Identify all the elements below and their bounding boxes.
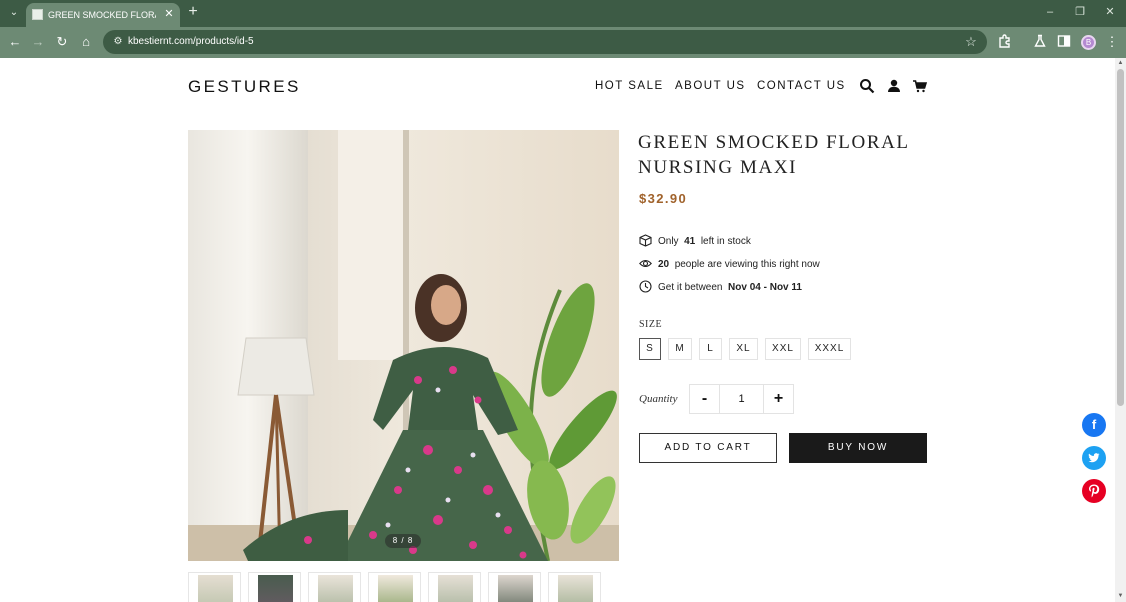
size-option-xxl[interactable]: XXL: [765, 338, 801, 360]
delivery-range: Nov 04 - Nov 11: [728, 282, 802, 293]
clock-icon: [639, 280, 652, 293]
side-panel-icon[interactable]: [1056, 34, 1072, 50]
browser-toolbar: ← → ↻ ⌂ ⚙ kbestiernt.com/products/id-5 ☆…: [0, 27, 1126, 58]
labs-icon[interactable]: [1032, 34, 1048, 50]
viewers-suffix: people are viewing this right now: [674, 259, 820, 270]
nav-contact-us[interactable]: CONTACT US: [757, 80, 846, 92]
box-icon: [639, 234, 652, 247]
buy-now-button[interactable]: BUY NOW: [789, 433, 927, 463]
favicon-icon: [32, 9, 43, 20]
nav-about-us[interactable]: ABOUT US: [675, 80, 746, 92]
url-text[interactable]: kbestiernt.com/products/id-5: [128, 36, 254, 48]
cart-icon[interactable]: [912, 78, 928, 94]
stock-info: Only 41 left in stock: [639, 234, 751, 248]
home-icon[interactable]: ⌂: [78, 34, 94, 50]
close-icon[interactable]: ✕: [162, 7, 176, 21]
thumbnail-2[interactable]: [248, 572, 301, 602]
thumbnail-4[interactable]: [368, 572, 421, 602]
stock-suffix: left in stock: [700, 236, 751, 247]
stock-count: 41: [684, 236, 696, 247]
address-bar[interactable]: ⚙ kbestiernt.com/products/id-5 ☆: [103, 30, 987, 54]
stock-prefix: Only: [658, 236, 679, 247]
browser-tab[interactable]: GREEN SMOCKED FLORAL NURSING MAXI ✕: [26, 3, 180, 27]
product-price: $32.90: [639, 191, 688, 206]
scrollbar-thumb[interactable]: [1117, 69, 1124, 406]
menu-dots-icon[interactable]: ⋮: [1104, 34, 1120, 50]
reload-icon[interactable]: ↻: [54, 34, 70, 50]
search-icon[interactable]: [859, 78, 875, 94]
bookmark-star-icon[interactable]: ☆: [963, 34, 979, 50]
quantity-input[interactable]: 1: [720, 385, 763, 413]
thumbnail-3[interactable]: [308, 572, 361, 602]
product-main-image[interactable]: 8 / 8: [188, 130, 619, 561]
thumbnail-1[interactable]: [188, 572, 241, 602]
page-viewport: GESTURES HOT SALE ABOUT US CONTACT US 8 …: [0, 58, 1115, 602]
thumbnail-6[interactable]: [488, 572, 541, 602]
profile-avatar[interactable]: B: [1081, 35, 1096, 50]
thumbnail-7[interactable]: [548, 572, 601, 602]
page-scrollbar[interactable]: ▲ ▼: [1115, 58, 1126, 602]
extensions-icon[interactable]: [997, 34, 1013, 50]
product-title: GREEN SMOCKED FLORAL NURSING MAXI: [638, 132, 909, 178]
quantity-stepper: - 1 +: [689, 384, 794, 414]
back-icon[interactable]: ←: [7, 34, 23, 50]
tab-title: GREEN SMOCKED FLORAL NURSING MAXI: [48, 10, 156, 20]
viewers-count: 20: [658, 259, 670, 270]
account-icon[interactable]: [886, 78, 902, 94]
quantity-increase-button[interactable]: +: [763, 385, 793, 413]
size-option-m[interactable]: M: [668, 338, 692, 360]
add-to-cart-button[interactable]: ADD TO CART: [639, 433, 777, 463]
tab-search-icon[interactable]: ⌄: [5, 4, 23, 22]
plus-icon[interactable]: +: [185, 4, 201, 20]
viewers-info: 20 people are viewing this right now: [639, 257, 820, 271]
quantity-label: Quantity: [639, 393, 678, 405]
thumbnail-5[interactable]: [428, 572, 481, 602]
delivery-prefix: Get it between: [658, 282, 723, 293]
forward-icon[interactable]: →: [30, 34, 46, 50]
nav-hot-sale[interactable]: HOT SALE: [595, 80, 664, 92]
pinterest-icon[interactable]: [1082, 479, 1106, 503]
size-option-s[interactable]: S: [639, 338, 661, 360]
close-window-icon[interactable]: ✕: [1100, 4, 1120, 20]
facebook-icon[interactable]: f: [1082, 413, 1106, 437]
size-option-xl[interactable]: XL: [729, 338, 758, 360]
eye-icon: [639, 257, 652, 270]
minimize-icon[interactable]: –: [1040, 4, 1060, 20]
restore-icon[interactable]: ❐: [1070, 4, 1090, 20]
scroll-up-arrow-icon[interactable]: ▲: [1117, 60, 1124, 66]
site-settings-icon[interactable]: ⚙: [111, 35, 125, 49]
quantity-decrease-button[interactable]: -: [690, 385, 720, 413]
size-option-xxxl[interactable]: XXXL: [808, 338, 851, 360]
image-counter: 8 / 8: [385, 534, 421, 548]
size-option-l[interactable]: L: [699, 338, 722, 360]
size-label: SIZE: [639, 319, 663, 330]
twitter-icon[interactable]: [1082, 446, 1106, 470]
browser-tab-bar: ⌄ GREEN SMOCKED FLORAL NURSING MAXI ✕ + …: [0, 0, 1126, 27]
site-logo[interactable]: GESTURES: [188, 77, 301, 97]
scroll-down-arrow-icon[interactable]: ▼: [1117, 593, 1124, 599]
delivery-info: Get it between Nov 04 - Nov 11: [639, 280, 802, 294]
